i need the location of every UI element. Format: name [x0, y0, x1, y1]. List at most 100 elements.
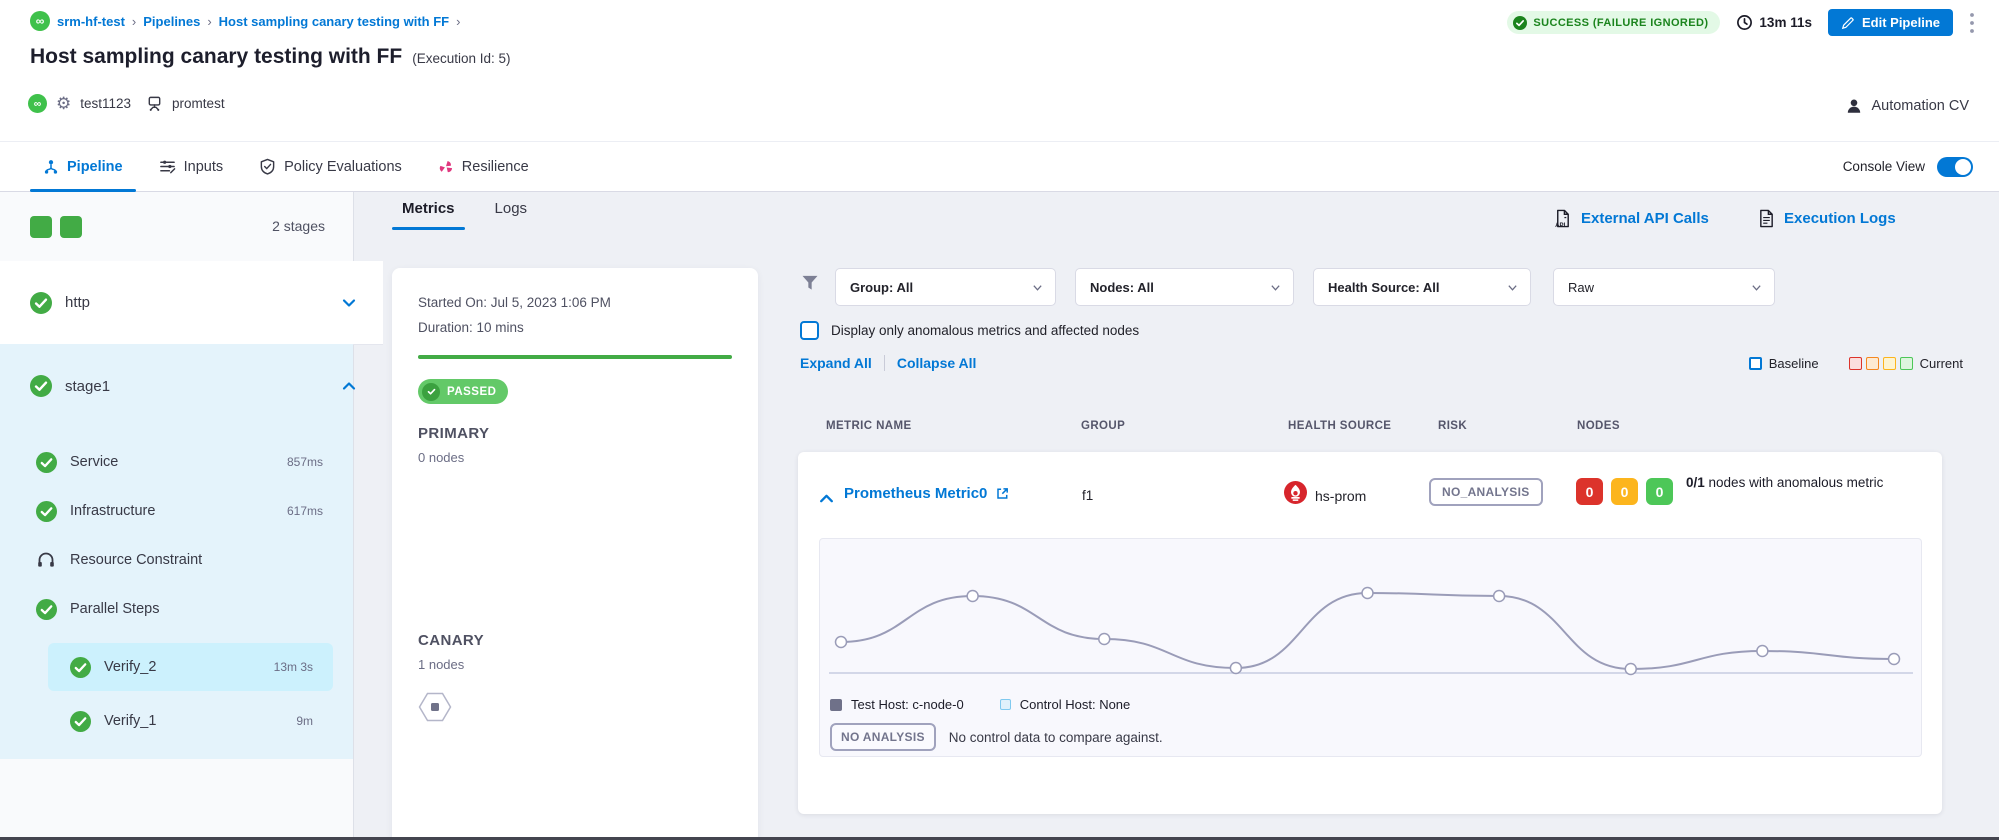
step-row-service[interactable]: Service 857ms: [0, 438, 353, 486]
svg-text:∞: ∞: [36, 14, 45, 28]
stage-name: http: [65, 294, 90, 311]
tab-pipeline[interactable]: Pipeline: [30, 142, 136, 191]
breadcrumb: ∞ srm-hf-test › Pipelines › Host samplin…: [30, 11, 460, 31]
filter-icon[interactable]: [800, 272, 820, 293]
step-row-verify-1[interactable]: Verify_1 9m: [0, 697, 353, 745]
subtab-metrics[interactable]: Metrics: [402, 200, 455, 230]
page-header: ∞ srm-hf-test › Pipelines › Host samplin…: [0, 0, 1999, 142]
tab-resilience[interactable]: Resilience: [425, 142, 542, 191]
check-circle-icon: [36, 452, 57, 473]
chart-data-point: [1494, 591, 1505, 602]
chart-series-markers: [836, 588, 1900, 675]
baseline-legend-label: Baseline: [1769, 356, 1819, 371]
metric-name-cell: Prometheus Metric0: [844, 485, 1010, 502]
clock-icon: [1736, 14, 1753, 31]
svg-text:API: API: [1555, 222, 1566, 228]
tab-inputs[interactable]: Inputs: [146, 142, 237, 191]
metric-name-link[interactable]: Prometheus Metric0: [844, 485, 987, 502]
expand-all-link[interactable]: Expand All: [800, 355, 872, 371]
check-circle-icon: [36, 599, 57, 620]
external-api-calls-link[interactable]: API External API Calls: [1553, 209, 1709, 228]
console-view-control: Console View: [1843, 142, 1973, 191]
current-swatch-red: [1849, 357, 1862, 370]
main-tabbar: Pipeline Inputs Policy Evaluations Resil…: [0, 142, 1999, 192]
chevron-down-icon[interactable]: [341, 295, 357, 311]
triggered-by-user: Automation CV: [1845, 97, 1969, 115]
environment-name[interactable]: promtest: [172, 96, 225, 111]
verification-duration: Duration: 10 mins: [418, 320, 524, 335]
step-row-parallel-steps[interactable]: Parallel Steps: [0, 585, 353, 633]
inputs-icon: [159, 158, 176, 175]
console-view-label: Console View: [1843, 159, 1925, 174]
test-host-label: Test Host: c-node-0: [851, 697, 964, 712]
check-circle-icon: [30, 375, 52, 397]
collapse-metric-chevron-up-icon[interactable]: [818, 490, 835, 507]
metric-chart[interactable]: [829, 545, 1913, 691]
stage-count: 2 stages: [272, 218, 325, 234]
chevron-up-icon[interactable]: [341, 378, 357, 394]
console-subtabs: Metrics Logs: [402, 200, 527, 230]
node-risk-counts: 0 0 0: [1576, 478, 1673, 505]
pipeline-execution-screen: ∞ srm-hf-test › Pipelines › Host samplin…: [0, 0, 1999, 840]
metric-row-card: Prometheus Metric0 f1 hs-prom NO_ANALYSI…: [798, 452, 1942, 814]
anomalous-only-checkbox[interactable]: [800, 321, 819, 340]
group-filter-dropdown[interactable]: Group: All: [835, 268, 1056, 306]
step-duration: 617ms: [287, 504, 323, 518]
breadcrumb-pipelines[interactable]: Pipelines: [143, 14, 200, 29]
node-count-red: 0: [1576, 478, 1603, 505]
step-row-verify-2[interactable]: Verify_2 13m 3s: [0, 643, 353, 691]
pencil-icon: [1841, 16, 1855, 30]
step-duration: 9m: [296, 714, 313, 728]
canary-label: CANARY: [418, 632, 484, 649]
breadcrumb-project[interactable]: srm-hf-test: [57, 14, 125, 29]
stage-row-stage1[interactable]: stage1: [0, 344, 383, 428]
service-name[interactable]: test1123: [80, 96, 131, 111]
verification-summary-card: Started On: Jul 5, 2023 1:06 PM Duration…: [392, 268, 758, 840]
user-icon: [1845, 97, 1863, 115]
execution-id: (Execution Id: 5): [412, 51, 510, 66]
document-icon: [1758, 209, 1775, 228]
stage-success-square[interactable]: [60, 216, 82, 238]
step-duration: 13m 3s: [274, 660, 313, 674]
check-circle-icon: [30, 292, 52, 314]
execution-logs-link[interactable]: Execution Logs: [1758, 209, 1896, 228]
host-legend-row: Test Host: c-node-0 Control Host: None: [830, 697, 1130, 712]
resource-constraint-icon: [36, 550, 56, 570]
no-analysis-row: NO ANALYSIS No control data to compare a…: [830, 723, 1163, 751]
tab-policy-evaluations[interactable]: Policy Evaluations: [246, 142, 415, 191]
expand-collapse-row: Expand All Collapse All: [800, 355, 976, 371]
subtab-logs[interactable]: Logs: [495, 200, 528, 230]
data-type-dropdown[interactable]: Raw: [1553, 268, 1775, 306]
step-row-resource-constraint[interactable]: Resource Constraint: [0, 536, 353, 584]
external-link-icon[interactable]: [995, 486, 1010, 501]
shield-check-icon: [259, 158, 276, 175]
metric-group-cell: f1: [1082, 488, 1093, 503]
risk-badge: NO_ANALYSIS: [1429, 478, 1543, 506]
no-analysis-message: No control data to compare against.: [949, 730, 1163, 745]
console-view-toggle[interactable]: [1937, 157, 1973, 177]
stage-success-square[interactable]: [30, 216, 52, 238]
execution-meta-row: ∞ ⚙ test1123 promtest: [28, 94, 225, 113]
health-source-filter-dropdown[interactable]: Health Source: All: [1313, 268, 1531, 306]
current-swatch-yellow: [1883, 357, 1896, 370]
metric-chart-card: Test Host: c-node-0 Control Host: None N…: [819, 538, 1922, 757]
current-swatch-green: [1900, 357, 1913, 370]
chart-data-point: [1230, 663, 1241, 674]
step-row-infrastructure[interactable]: Infrastructure 617ms: [0, 487, 353, 535]
stage-row-http[interactable]: http: [0, 261, 383, 345]
test-host-swatch: [830, 699, 842, 711]
passed-badge: PASSED: [418, 379, 508, 404]
breadcrumb-separator: ›: [132, 14, 136, 29]
control-host-swatch: [1000, 699, 1011, 710]
nodes-filter-dropdown[interactable]: Nodes: All: [1075, 268, 1294, 306]
kebab-menu-icon[interactable]: [1969, 12, 1975, 34]
breadcrumb-pipeline-name[interactable]: Host sampling canary testing with FF: [219, 14, 449, 29]
chart-data-point: [836, 637, 847, 648]
service-status-icon: ∞: [28, 94, 47, 113]
gear-icon: ⚙: [56, 95, 71, 112]
canary-node-hexagon[interactable]: [418, 692, 452, 722]
collapse-all-link[interactable]: Collapse All: [897, 355, 977, 371]
check-icon: [426, 386, 437, 397]
edit-pipeline-button[interactable]: Edit Pipeline: [1828, 9, 1953, 36]
page-title-row: Host sampling canary testing with FF (Ex…: [30, 45, 511, 69]
